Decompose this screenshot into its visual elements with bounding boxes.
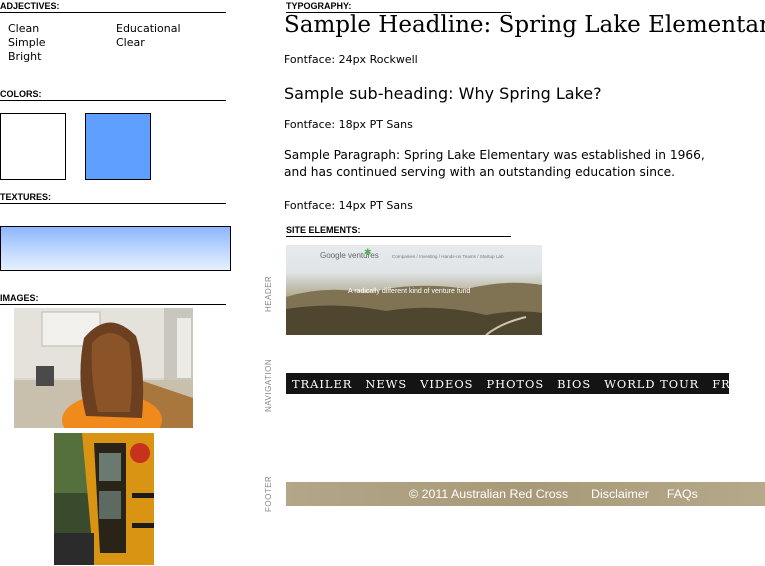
sample-paragraph: Sample Paragraph: Spring Lake Elementary… (284, 148, 705, 179)
classroom-photo (14, 308, 193, 428)
navigation-example-bar: TRAILER NEWS VIDEOS PHOTOS BIOS WORLD TO… (286, 373, 765, 394)
footer-faqs-link[interactable]: FAQs (667, 487, 698, 501)
header-example-image: Google ventures ✱ Companies / Investing … (286, 245, 542, 335)
header-tagline: A radically different kind of venture fu… (348, 288, 471, 295)
nav-item-videos[interactable]: VIDEOS (420, 377, 473, 391)
adjectives-column-2: Educational Clear (116, 22, 181, 50)
nav-item-bios[interactable]: BIOS (557, 377, 591, 391)
adjective-clean: Clean (8, 22, 40, 35)
adjectives-column-1: Clean Simple Bright (8, 22, 46, 64)
footer-side-label: FOOTER (264, 475, 273, 512)
adjectives-heading: ADJECTIVES: (0, 1, 226, 13)
sample-subheading: Sample sub-heading: Why Spring Lake? (284, 84, 602, 103)
ventures-logo-icon: ✱ (364, 248, 372, 258)
colors-heading: COLORS: (0, 89, 226, 101)
subheading-font-note: Fontface: 18px PT Sans (284, 118, 413, 131)
adjective-bright: Bright (8, 50, 42, 63)
classroom-photo-illustration (14, 308, 193, 428)
adjective-clear: Clear (116, 36, 145, 49)
adjective-simple: Simple (8, 36, 46, 49)
color-swatch-white (0, 113, 66, 180)
navigation-side-label: NAVIGATION (264, 358, 273, 412)
footer-example-bar: © 2011 Australian Red Cross Disclaimer F… (286, 482, 765, 506)
adjective-educational: Educational (116, 22, 181, 35)
footer-copyright: © 2011 Australian Red Cross (409, 487, 569, 501)
header-nav-links: Companies / Investing / Hands-on Teams /… (392, 254, 504, 259)
textures-heading: TEXTURES: (0, 192, 226, 204)
nav-item-world-tour[interactable]: WORLD TOUR (604, 377, 699, 391)
texture-gradient-swatch (0, 226, 231, 271)
school-bus-illustration (54, 433, 154, 565)
paragraph-font-note: Fontface: 14px PT Sans (284, 199, 413, 212)
color-swatch-blue (85, 113, 151, 180)
school-bus-photo (54, 433, 154, 565)
site-elements-heading: SITE ELEMENTS: (286, 225, 511, 237)
images-heading: IMAGES: (0, 293, 226, 305)
nav-item-news[interactable]: NEWS (365, 377, 407, 391)
nav-item-photos[interactable]: PHOTOS (486, 377, 544, 391)
headline-font-note: Fontface: 24px Rockwell (284, 53, 418, 66)
nav-item-trailer[interactable]: TRAILER (292, 377, 352, 391)
nav-item-friends[interactable]: FRIENDS (712, 377, 765, 391)
footer-disclaimer-link[interactable]: Disclaimer (591, 487, 649, 501)
header-side-label: HEADER (264, 275, 273, 312)
sample-headline: Sample Headline: Spring Lake Elementary (284, 12, 765, 38)
